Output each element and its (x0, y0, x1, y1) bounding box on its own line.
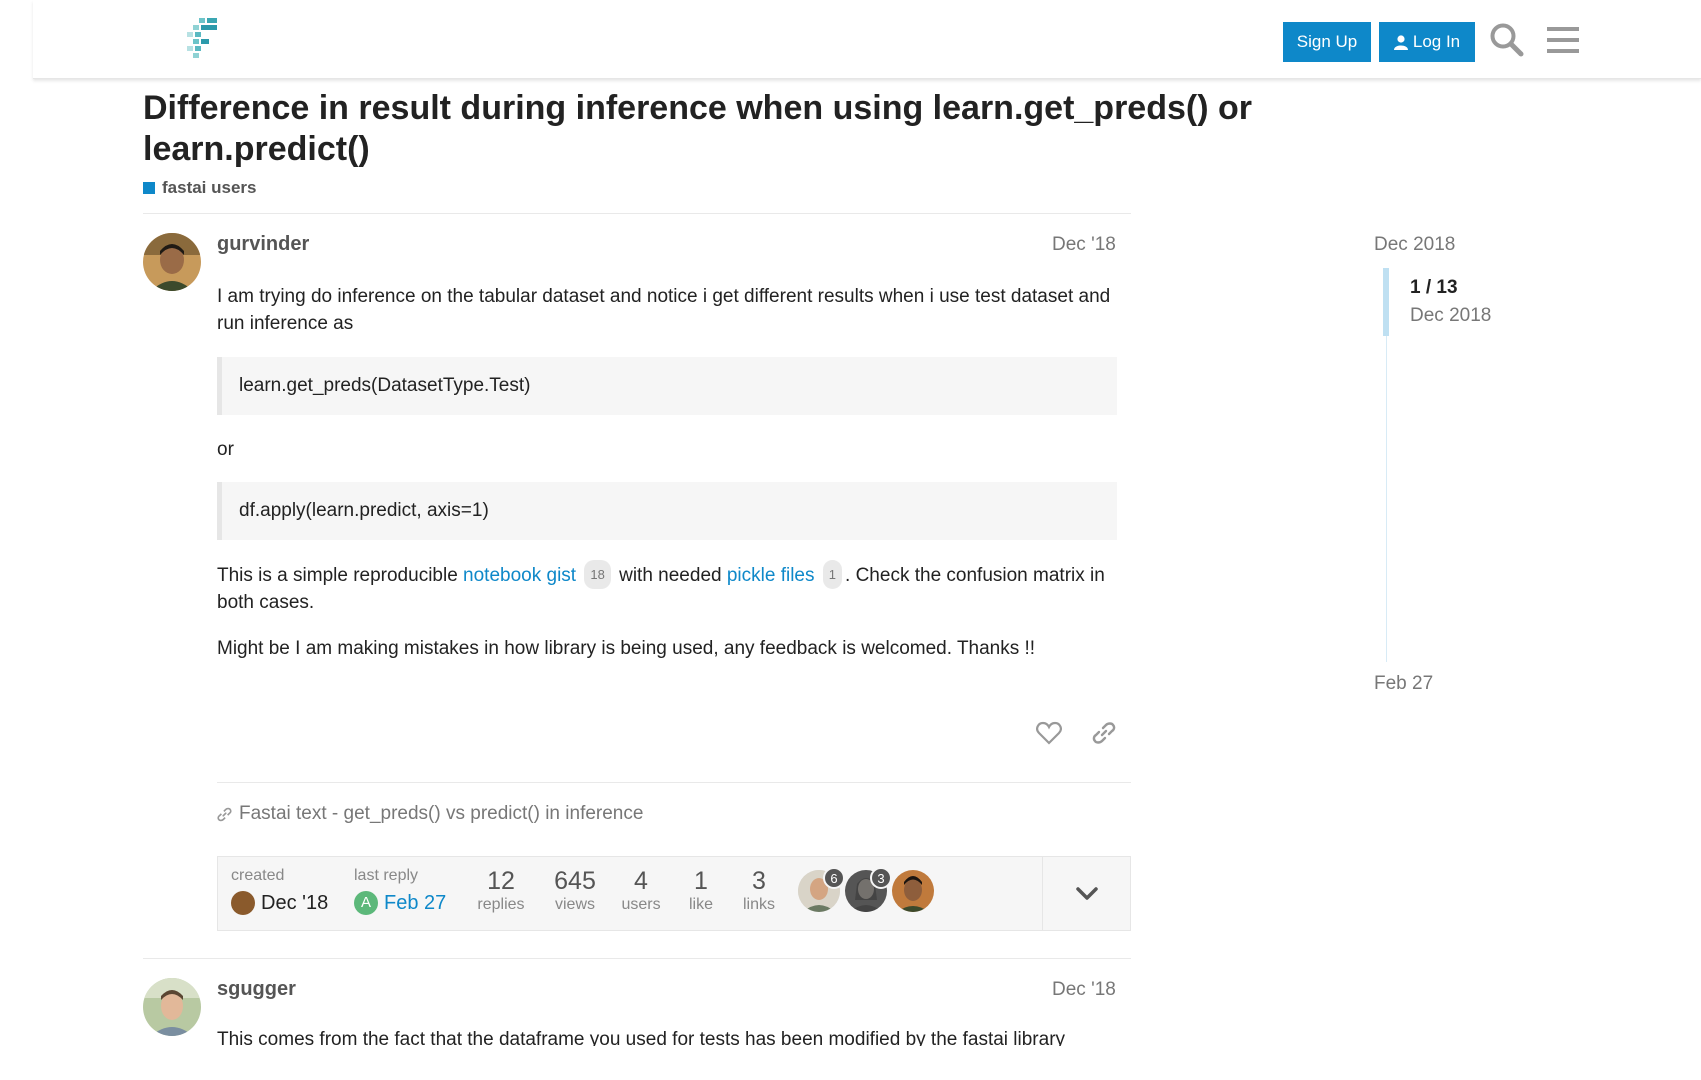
title-divider (143, 213, 1131, 214)
timeline-position-date: Dec 2018 (1410, 305, 1492, 326)
log-in-button[interactable]: Log In (1379, 22, 1475, 62)
topic-map-expand-button[interactable] (1042, 857, 1130, 930)
likes-count: 1 (694, 867, 708, 895)
stat-replies: 12 replies (473, 867, 529, 915)
link-click-count: 18 (584, 560, 611, 589)
links-label: links (742, 896, 775, 913)
sign-up-button[interactable]: Sign Up (1283, 22, 1371, 62)
replies-count: 12 (487, 867, 515, 895)
created-date: Dec '18 (261, 891, 329, 914)
views-label: views (554, 896, 595, 913)
topic-created[interactable]: created Dec '18 (231, 867, 328, 915)
post-date[interactable]: Dec '18 (1052, 979, 1116, 1001)
users-label: users (621, 896, 661, 913)
avatar-gurvinder[interactable] (143, 233, 201, 291)
links-count: 3 (752, 867, 766, 895)
menu-hamburger-icon[interactable] (1543, 20, 1583, 60)
post-paragraph: or (217, 439, 234, 460)
linked-topic[interactable]: Fastai text - get_preds() vs predict() i… (217, 803, 643, 825)
participant-avatar[interactable] (892, 870, 934, 912)
users-count: 4 (634, 867, 648, 895)
topic-map: created Dec '18 last reply A Feb 27 12 r… (217, 856, 1131, 931)
share-link-icon[interactable] (1089, 718, 1119, 748)
created-label: created (231, 867, 285, 884)
post-paragraph: I am trying do inference on the tabular … (217, 286, 1111, 334)
timeline-start-date[interactable]: Dec 2018 (1374, 234, 1455, 256)
code-block: df.apply(learn.predict, axis=1) (217, 482, 1117, 540)
link-icon (217, 807, 232, 821)
stat-links[interactable]: 3 links (737, 867, 781, 915)
log-in-label: Log In (1412, 32, 1461, 51)
post-divider (143, 958, 1131, 959)
category-name: fastai users (162, 178, 257, 197)
post-paragraph-clip: This comes from the fact that the datafr… (217, 1026, 1137, 1046)
post-paragraph: Might be I am making mistakes in how lib… (217, 638, 1036, 659)
stat-views: 645 views (547, 867, 603, 915)
site-logo[interactable] (185, 18, 219, 60)
topic-title[interactable]: Difference in result during inference wh… (143, 88, 1303, 170)
post-username[interactable]: sgugger (217, 978, 296, 1001)
post-paragraph: This is a simple reproducible notebook g… (217, 560, 1117, 616)
replies-label: replies (477, 896, 525, 913)
topic-last-reply[interactable]: last reply A Feb 27 (354, 867, 446, 915)
pickle-files-link[interactable]: pickle files (727, 565, 815, 586)
user-icon (1393, 34, 1408, 50)
code-block: learn.get_preds(DatasetType.Test) (217, 357, 1117, 415)
timeline-end-date[interactable]: Feb 27 (1374, 673, 1433, 695)
last-reply-label: last reply (354, 867, 419, 884)
linked-topic-title: Fastai text - get_preds() vs predict() i… (239, 803, 644, 824)
timeline-scroll-handle[interactable] (1383, 268, 1389, 336)
category-badge[interactable]: fastai users (143, 178, 257, 198)
last-reply-avatar: A (354, 891, 378, 915)
post-date[interactable]: Dec '18 (1052, 234, 1116, 256)
post-username[interactable]: gurvinder (217, 233, 309, 256)
views-count: 645 (554, 867, 596, 895)
post-divider (217, 782, 1131, 783)
timeline-position: 1 / 13 (1410, 277, 1458, 298)
notebook-gist-link[interactable]: notebook gist (463, 565, 576, 586)
text-segment: with needed (613, 565, 727, 586)
search-icon[interactable] (1487, 20, 1527, 60)
chevron-down-icon (1075, 886, 1098, 900)
link-click-count: 1 (822, 560, 843, 589)
avatar-sgugger[interactable] (143, 978, 201, 1036)
text-segment: This is a simple reproducible (217, 565, 464, 586)
participant-post-count: 6 (823, 867, 845, 889)
creator-avatar (231, 891, 255, 915)
like-heart-icon[interactable] (1034, 718, 1064, 748)
participant-post-count: 3 (870, 867, 892, 889)
category-color-square (143, 182, 155, 194)
last-reply-date: Feb 27 (384, 891, 447, 914)
stat-likes: 1 like (681, 867, 721, 915)
likes-label: like (688, 896, 713, 913)
post-paragraph: This comes from the fact that the datafr… (217, 1029, 1066, 1046)
stat-users: 4 users (617, 867, 665, 915)
